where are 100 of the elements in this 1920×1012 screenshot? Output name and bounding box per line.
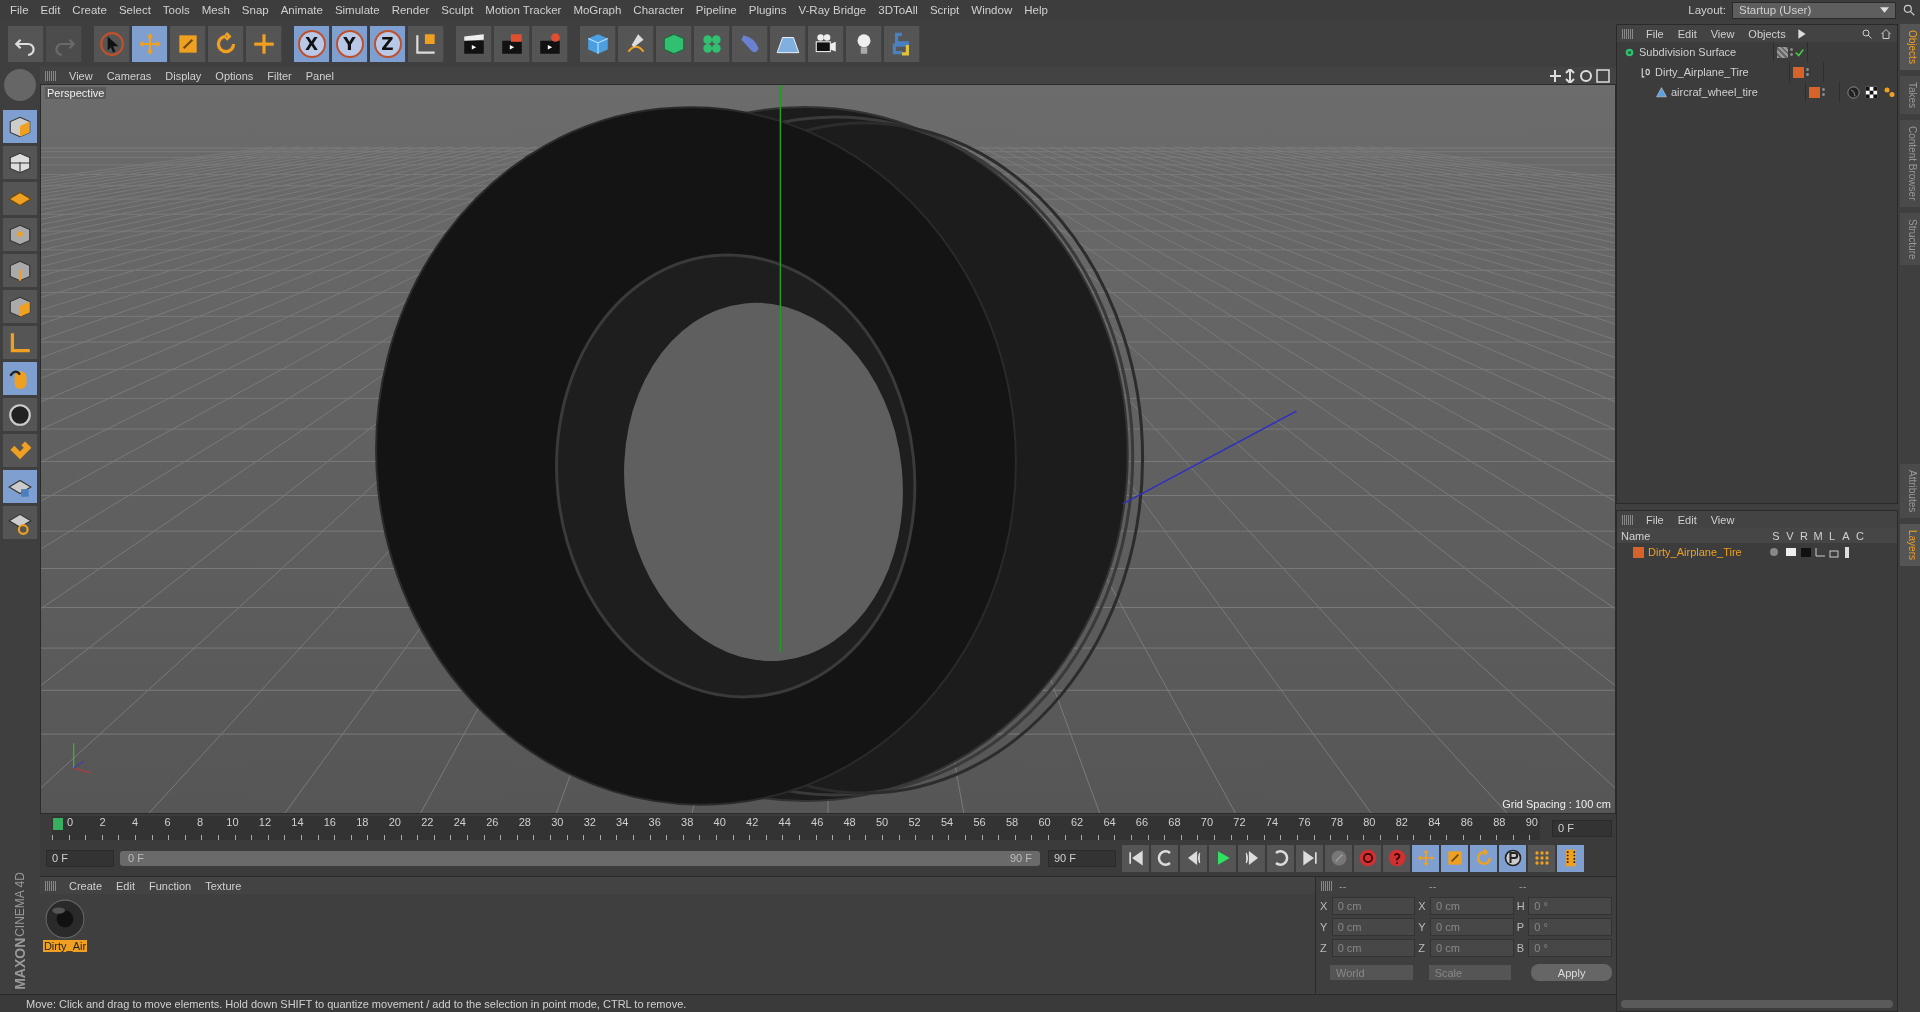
triangle-right-icon[interactable] bbox=[1795, 27, 1808, 40]
material-menu-item[interactable]: Create bbox=[65, 879, 111, 892]
menu-item[interactable]: Select bbox=[114, 4, 159, 16]
layer-menu-item[interactable]: File bbox=[1642, 513, 1672, 526]
menu-item[interactable]: Snap bbox=[237, 4, 277, 16]
mode-button[interactable] bbox=[3, 290, 37, 323]
menu-item[interactable]: Render bbox=[387, 4, 438, 16]
layer-empty-swatch[interactable] bbox=[1777, 46, 1788, 58]
menu-item[interactable]: Animate bbox=[276, 4, 331, 16]
toolbar-button[interactable] bbox=[618, 25, 654, 62]
mode-button[interactable] bbox=[3, 362, 37, 395]
playback-button[interactable] bbox=[1180, 844, 1207, 872]
mode-button[interactable] bbox=[3, 110, 37, 143]
object-menu-item[interactable]: Objects bbox=[1744, 27, 1794, 40]
timeline-ruler[interactable]: 0 2 4 6 8 10 12 14 16 18 20 22 24 26 28 30 32 34 36 38 40 42 44 46 48 50 52 54 56 58 60 62 64 66 68 70 72 74 76 78 80 82 84 86 88 90 bbox=[52, 816, 1540, 840]
menu-item[interactable]: Pipeline bbox=[691, 4, 745, 16]
toolbar-button[interactable] bbox=[456, 25, 492, 62]
menu-item[interactable]: File bbox=[6, 4, 37, 16]
menu-item[interactable]: Tools bbox=[158, 4, 198, 16]
layout-dropdown[interactable]: Startup (User) bbox=[1732, 1, 1896, 19]
visibility-dots-icon[interactable] bbox=[1806, 67, 1809, 77]
axis-lock-button[interactable]: X bbox=[294, 25, 330, 62]
object-menu-item[interactable]: File bbox=[1642, 27, 1672, 40]
side-tab[interactable]: Layers bbox=[1900, 524, 1920, 566]
playback-button[interactable] bbox=[1499, 844, 1526, 872]
menu-item[interactable]: Plugins bbox=[744, 4, 795, 16]
checkmark-icon[interactable] bbox=[1795, 47, 1804, 57]
mode-button[interactable] bbox=[3, 254, 37, 287]
layer-menu-item[interactable]: Edit bbox=[1673, 513, 1705, 526]
menu-item[interactable]: Sculpt bbox=[437, 4, 482, 16]
playback-button[interactable] bbox=[1209, 844, 1236, 872]
menu-item[interactable]: 3DToAll bbox=[874, 4, 926, 16]
toolbar-button[interactable] bbox=[884, 25, 920, 62]
playback-button[interactable] bbox=[1412, 844, 1439, 872]
visibility-dots-icon[interactable] bbox=[1822, 87, 1825, 97]
playback-button[interactable] bbox=[1441, 844, 1468, 872]
menu-item[interactable]: Motion Tracker bbox=[481, 4, 570, 16]
home-icon[interactable] bbox=[1880, 27, 1892, 40]
menu-item[interactable]: Simulate bbox=[330, 4, 388, 16]
mode-button[interactable] bbox=[3, 218, 37, 251]
viewport-menu-item[interactable]: Cameras bbox=[102, 69, 160, 82]
menu-item[interactable]: Window bbox=[967, 4, 1021, 16]
toolbar-button[interactable] bbox=[846, 25, 882, 62]
object-name[interactable]: Dirty_Airplane_Tire bbox=[1655, 66, 1749, 78]
playback-button[interactable] bbox=[1557, 844, 1584, 872]
object-menu-item[interactable]: Edit bbox=[1673, 27, 1705, 40]
viewport-menu-item[interactable]: View bbox=[65, 69, 101, 82]
end-frame-field[interactable]: 90 F bbox=[1048, 849, 1116, 867]
menu-item[interactable]: Create bbox=[68, 4, 115, 16]
playback-button[interactable] bbox=[1470, 844, 1497, 872]
apply-button[interactable]: Apply bbox=[1531, 964, 1612, 981]
toolbar-button[interactable] bbox=[408, 25, 444, 62]
viewport-menu-item[interactable]: Filter bbox=[263, 69, 300, 82]
playback-button[interactable] bbox=[1122, 844, 1149, 872]
layer-color-swatch[interactable] bbox=[1809, 86, 1820, 98]
current-frame-field[interactable]: 0 F bbox=[1552, 819, 1612, 837]
layer-color-swatch[interactable] bbox=[1793, 66, 1804, 78]
material-preview-icon[interactable] bbox=[44, 898, 86, 940]
scrollbar[interactable] bbox=[1621, 1000, 1893, 1008]
viewport-menu-item[interactable]: Display bbox=[161, 69, 210, 82]
playback-button[interactable] bbox=[1296, 844, 1323, 872]
layer-name[interactable]: Dirty_Airplane_Tire bbox=[1648, 546, 1742, 558]
visibility-dots-icon[interactable] bbox=[1790, 47, 1793, 57]
search-icon[interactable] bbox=[1902, 3, 1916, 17]
viewport-menu-item[interactable]: Options bbox=[211, 69, 262, 82]
object-name[interactable]: aircraf_wheel_tire bbox=[1671, 86, 1758, 98]
menu-item[interactable]: Edit bbox=[36, 4, 69, 16]
playback-button[interactable] bbox=[1238, 844, 1265, 872]
side-tab[interactable]: Objects bbox=[1900, 24, 1920, 70]
layer-menu-item[interactable]: View bbox=[1706, 513, 1743, 526]
material-name[interactable]: Dirty_Air bbox=[42, 940, 88, 952]
toolbar-button[interactable] bbox=[8, 25, 44, 62]
material-menu-item[interactable]: Function bbox=[145, 879, 200, 892]
menu-item[interactable]: Script bbox=[925, 4, 968, 16]
mode-button[interactable] bbox=[3, 506, 37, 539]
menu-item[interactable]: Help bbox=[1020, 4, 1056, 16]
toolbar-button[interactable] bbox=[808, 25, 844, 62]
material-tag-icon[interactable] bbox=[1846, 84, 1861, 100]
menu-item[interactable]: MoGraph bbox=[569, 4, 630, 16]
checker-tag-icon[interactable] bbox=[1864, 84, 1879, 100]
viewport-menu-item[interactable]: Panel bbox=[301, 69, 342, 82]
mode-button[interactable] bbox=[3, 398, 37, 431]
object-name[interactable]: Subdivision Surface bbox=[1639, 46, 1737, 58]
menu-item[interactable]: Character bbox=[629, 4, 692, 16]
playback-button[interactable] bbox=[1528, 844, 1555, 872]
menu-item[interactable]: Mesh bbox=[197, 4, 238, 16]
material-menu-item[interactable]: Edit bbox=[112, 879, 143, 892]
axis-lock-button[interactable]: Y bbox=[332, 25, 368, 62]
menu-item[interactable]: V-Ray Bridge bbox=[794, 4, 875, 16]
start-frame-field[interactable]: 0 F bbox=[46, 849, 114, 867]
mode-button[interactable] bbox=[3, 470, 37, 503]
material-menu-item[interactable]: Texture bbox=[201, 879, 250, 892]
object-menu-item[interactable]: View bbox=[1706, 27, 1743, 40]
playback-button[interactable] bbox=[1151, 844, 1178, 872]
search-icon[interactable] bbox=[1861, 27, 1873, 40]
axis-lock-button[interactable]: Z bbox=[370, 25, 406, 62]
toolbar-button[interactable] bbox=[770, 25, 806, 62]
mode-button[interactable] bbox=[3, 146, 37, 179]
playback-button[interactable] bbox=[1267, 844, 1294, 872]
navigation-icons[interactable] bbox=[1550, 68, 1610, 83]
